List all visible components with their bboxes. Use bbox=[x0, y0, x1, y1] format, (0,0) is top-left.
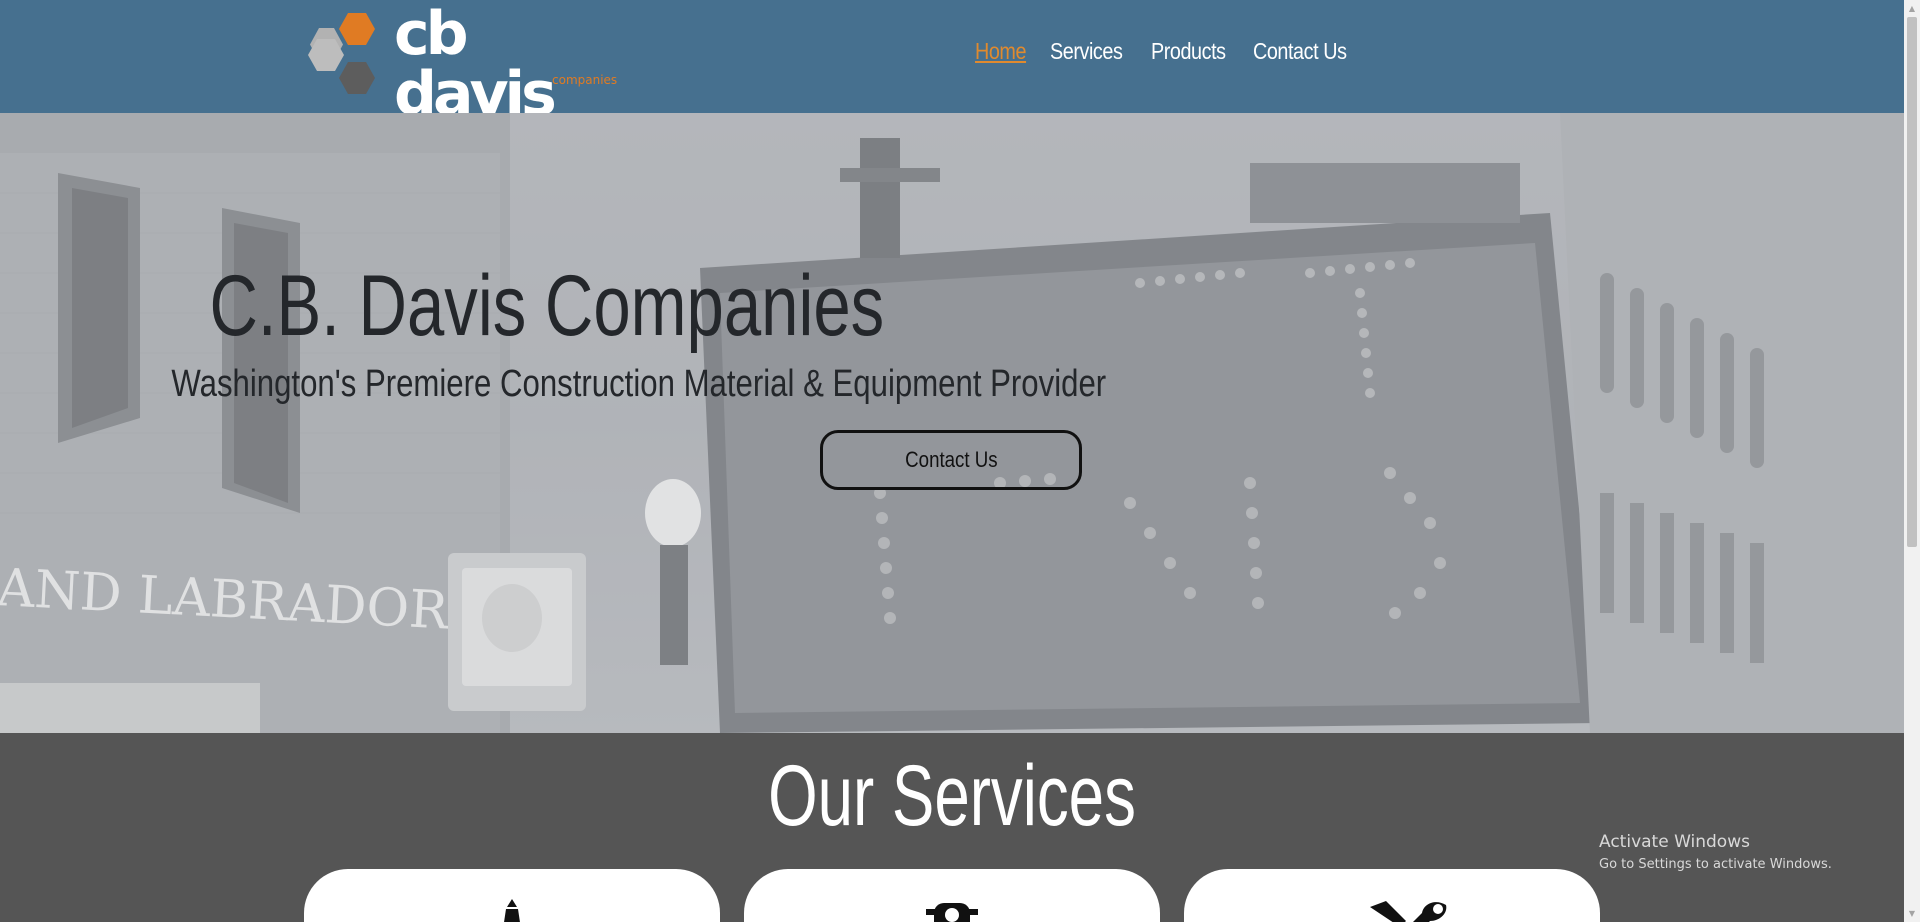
watermark-title: Activate Windows bbox=[1599, 832, 1750, 852]
hexagon-logo-icon bbox=[308, 13, 375, 94]
scrollbar-thumb[interactable] bbox=[1907, 17, 1917, 547]
nav-contact-us[interactable]: Contact Us bbox=[1253, 38, 1347, 65]
main-nav: Home Services Products Contact Us bbox=[975, 38, 1362, 65]
hero-contact-button[interactable]: Contact Us bbox=[820, 430, 1082, 490]
cb-davis-logo[interactable]: cb davis companies bbox=[304, 4, 634, 124]
watermark-subtitle: Go to Settings to activate Windows. bbox=[1599, 857, 1832, 872]
hero-background-image: AND LABRADOR bbox=[0, 113, 1904, 733]
nav-services[interactable]: Services bbox=[1050, 38, 1123, 65]
hero-title: C.B. Davis Companies bbox=[209, 258, 885, 354]
services-section: Our Services bbox=[0, 733, 1904, 922]
hero-subtitle: Washington's Premiere Construction Mater… bbox=[171, 363, 1107, 405]
services-title: Our Services bbox=[768, 748, 1136, 844]
hero-contact-button-label: Contact Us bbox=[904, 447, 998, 472]
nav-products[interactable]: Products bbox=[1151, 38, 1226, 65]
page: cb davis companies Home Services Product… bbox=[0, 0, 1904, 922]
site-header: cb davis companies Home Services Product… bbox=[0, 0, 1904, 124]
traffic-light-icon bbox=[926, 903, 978, 922]
hero-section: AND LABRADOR C.B. Davis Companies Washin… bbox=[0, 113, 1904, 733]
scroll-up-arrow-icon[interactable]: ▲ bbox=[1904, 0, 1920, 17]
traffic-cone-icon bbox=[504, 899, 520, 922]
logo-tagline: companies bbox=[552, 73, 618, 87]
service-card-1[interactable] bbox=[304, 869, 720, 922]
service-card-3[interactable] bbox=[1184, 869, 1600, 922]
wrench-tools-icon bbox=[1370, 901, 1447, 922]
vertical-scrollbar[interactable]: ▲ ▼ bbox=[1904, 0, 1920, 922]
windows-activation-watermark: Activate Windows Go to Settings to activ… bbox=[1599, 832, 1832, 873]
scroll-down-arrow-icon[interactable]: ▼ bbox=[1904, 905, 1920, 922]
service-card-2[interactable] bbox=[744, 869, 1160, 922]
nav-home[interactable]: Home bbox=[975, 38, 1026, 65]
logo-wordmark: cb davis bbox=[394, 0, 557, 129]
